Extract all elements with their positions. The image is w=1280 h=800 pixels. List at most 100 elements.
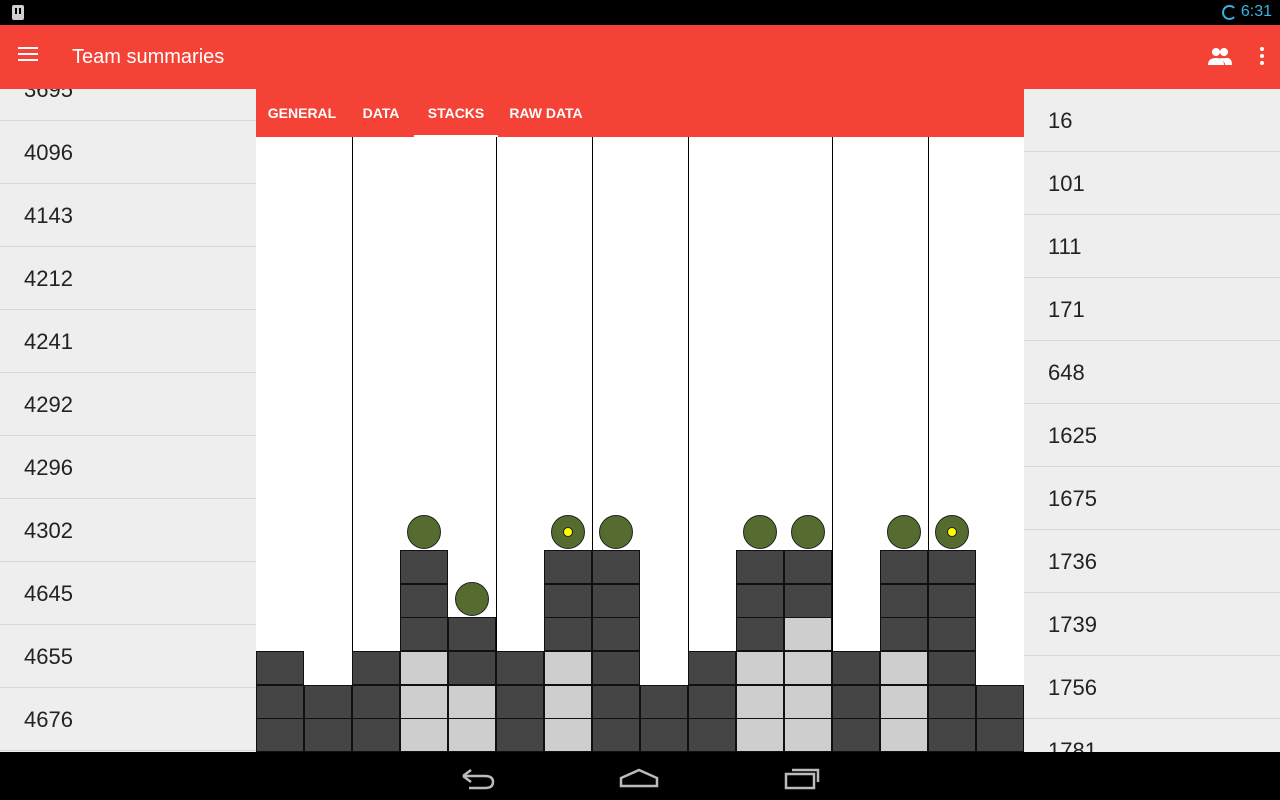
container-with-litter (935, 514, 969, 549)
back-icon[interactable] (455, 760, 499, 792)
tote-cell (640, 718, 688, 752)
team-list-item[interactable]: 4655 (0, 625, 256, 688)
more-vert-icon[interactable] (1252, 47, 1272, 67)
menu-icon[interactable] (18, 47, 38, 67)
team-list-item[interactable]: 4296 (0, 436, 256, 499)
tote-cell (496, 718, 544, 752)
tote-cell (736, 549, 784, 584)
tote-cell (592, 549, 640, 584)
team-list-item[interactable]: 1756 (1024, 656, 1280, 719)
tote-cell (784, 583, 832, 618)
team-list-item[interactable]: 3695 (0, 89, 256, 121)
team-list-item[interactable]: 171 (1024, 278, 1280, 341)
tote-cell (880, 684, 928, 719)
tote-cell (592, 650, 640, 685)
tote-cell (400, 684, 448, 719)
team-list-item[interactable]: 4645 (0, 562, 256, 625)
team-list-left[interactable]: 3695 4096 4143 4212 4241 4292 4296 4302 4645 4655… (0, 89, 256, 752)
team-list-item[interactable]: 16 (1024, 89, 1280, 152)
tote-cell (736, 718, 784, 752)
tote-cell (640, 684, 688, 719)
tote-cell (832, 684, 880, 719)
team-list-right[interactable]: 16 101 111 171 648 1625 1675 1736 1739 1756 1781 (1024, 89, 1280, 752)
tote-cell (592, 718, 640, 752)
tote-cell (256, 650, 304, 685)
team-list-item[interactable]: 111 (1024, 215, 1280, 278)
tote-cell (352, 650, 400, 685)
tote-cell (400, 718, 448, 752)
tab-bar: GENERAL DATA STACKS RAW DATA (256, 89, 1024, 137)
tote-cell (784, 617, 832, 652)
tote-cell (784, 650, 832, 685)
litter-dot (947, 526, 957, 537)
tote-cell (688, 718, 736, 752)
team-list-item[interactable]: 1739 (1024, 593, 1280, 656)
tote-cell (832, 718, 880, 752)
litter-dot (563, 526, 573, 537)
tote-cell (544, 718, 592, 752)
team-list-item[interactable]: 4241 (0, 310, 256, 373)
container-with-litter (551, 514, 585, 549)
tote-cell (256, 684, 304, 719)
recents-icon[interactable] (780, 760, 824, 792)
tote-cell (544, 583, 592, 618)
lane-divider (832, 137, 833, 657)
sync-icon (1222, 5, 1237, 20)
team-list-item[interactable]: 4143 (0, 184, 256, 247)
tab-general[interactable]: GENERAL (256, 89, 348, 137)
tote-cell (544, 650, 592, 685)
team-list-item[interactable]: 4212 (0, 247, 256, 310)
tote-cell (400, 583, 448, 618)
tote-cell (784, 549, 832, 584)
tab-data[interactable]: DATA (348, 89, 414, 137)
team-list-item[interactable]: 4302 (0, 499, 256, 562)
tote-cell (736, 650, 784, 685)
tote-cell (736, 617, 784, 652)
team-list-item[interactable]: 4676 (0, 688, 256, 751)
tote-cell (448, 718, 496, 752)
tote-cell (928, 650, 976, 685)
tab-stacks[interactable]: STACKS (414, 89, 498, 137)
tab-raw-data[interactable]: RAW DATA (498, 89, 594, 137)
team-list-item[interactable]: 4292 (0, 373, 256, 436)
tote-cell (592, 617, 640, 652)
tote-cell (448, 684, 496, 719)
container (407, 514, 441, 549)
nav-bar (0, 752, 1280, 800)
tote-cell (544, 617, 592, 652)
status-time: 6:31 (1240, 3, 1272, 20)
team-list-item[interactable]: 1736 (1024, 530, 1280, 593)
home-icon[interactable] (617, 760, 661, 792)
people-icon[interactable] (1207, 45, 1233, 69)
tote-cell (880, 617, 928, 652)
tote-cell (400, 650, 448, 685)
team-list-item[interactable]: 1625 (1024, 404, 1280, 467)
status-bar: 6:31 (0, 0, 1280, 25)
team-list-item[interactable]: 1781 (1024, 719, 1280, 752)
sim-card-icon (12, 5, 24, 20)
tote-cell (496, 650, 544, 685)
tote-cell (544, 549, 592, 584)
tote-cell (352, 718, 400, 752)
team-list-item[interactable]: 1675 (1024, 467, 1280, 530)
tote-cell (400, 617, 448, 652)
team-list-item[interactable]: 648 (1024, 341, 1280, 404)
tote-cell (688, 684, 736, 719)
tote-cell (928, 549, 976, 584)
container (743, 514, 777, 549)
tote-cell (592, 684, 640, 719)
tote-cell (928, 684, 976, 719)
container (599, 514, 633, 549)
team-list-item[interactable]: 4096 (0, 121, 256, 184)
tote-cell (928, 583, 976, 618)
stacks-view (256, 137, 1024, 752)
tote-cell (256, 718, 304, 752)
tote-cell (448, 650, 496, 685)
tote-cell (448, 617, 496, 652)
team-list-item[interactable]: 101 (1024, 152, 1280, 215)
tote-cell (304, 718, 352, 752)
tote-cell (976, 718, 1024, 752)
tote-cell (928, 718, 976, 752)
container (887, 514, 921, 549)
tote-cell (544, 684, 592, 719)
